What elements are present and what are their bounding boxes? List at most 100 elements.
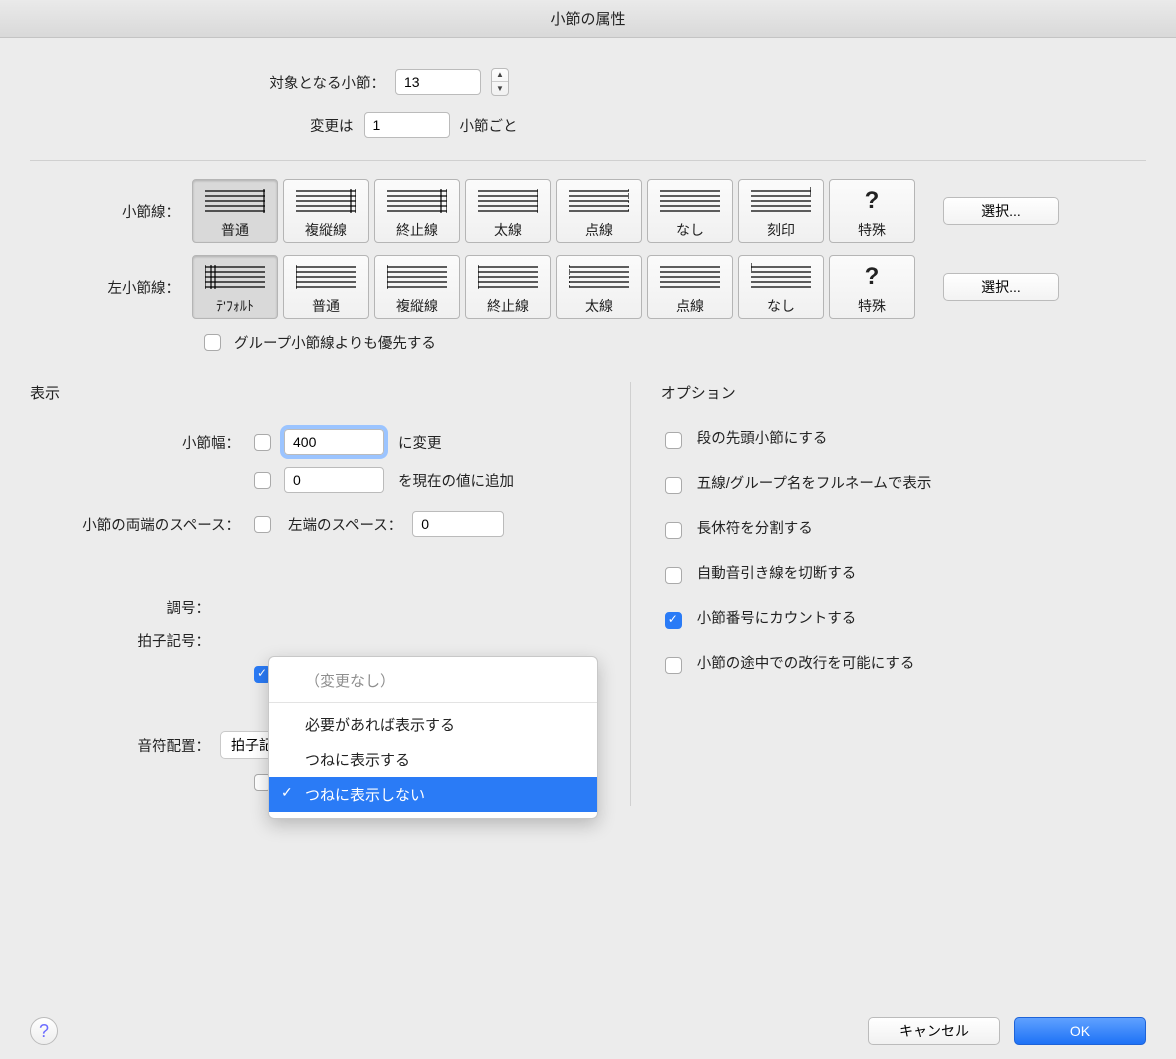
staff-icon [569,186,629,216]
dialog-window: 小節の属性 対象となる小節： ▲ ▼ 変更は 小節ごと 小節線： [0,0,1176,1059]
ok-button[interactable]: OK [1014,1017,1146,1045]
staff-icon [569,262,629,292]
note-pos-label: 音符配置： [30,735,210,756]
option-checkbox-3[interactable] [665,567,682,584]
change-every-input[interactable] [364,112,450,138]
staff-icon [478,262,538,292]
left-barline-tile-1[interactable]: 普通 [283,255,369,319]
override-group-checkbox[interactable] [204,334,221,351]
staff-icon [296,262,356,292]
time-sig-menu[interactable]: （変更なし） 必要があれば表示するつねに表示する ✓つねに表示しない [268,656,598,819]
target-measure-label: 対象となる小節： [210,72,385,93]
menu-item-1[interactable]: つねに表示する [269,742,597,777]
staff-icon [660,186,720,216]
option-row-5: 小節の途中での改行を可能にする [661,654,1146,677]
tile-label: ﾃ'ﾌｫﾙﾄ [216,296,254,316]
staff-icon [205,262,265,292]
option-checkbox-0[interactable] [665,432,682,449]
measure-width-input[interactable] [284,429,384,455]
measure-width-checkbox[interactable] [254,434,271,451]
tile-label: 複縦線 [396,296,438,316]
left-barline-tile-0[interactable]: ﾃ'ﾌｫﾙﾄ [192,255,278,319]
left-barline-tile-4[interactable]: 太線 [556,255,642,319]
option-label-3: 自動音引き線を切断する [697,564,857,586]
menu-item-label: つねに表示する [305,752,410,769]
option-label-5: 小節の途中での改行を可能にする [697,654,915,676]
measure-add-input[interactable] [284,467,384,493]
left-barline-tile-3[interactable]: 終止線 [465,255,551,319]
menu-item-2[interactable]: ✓つねに表示しない [269,777,597,812]
measure-add-suffix: を現在の値に追加 [398,470,514,491]
menu-item-label: つねに表示しない [305,787,425,804]
right-barline-tile-5[interactable]: なし [647,179,733,243]
option-row-4: 小節番号にカウントする [661,609,1146,632]
stepper-up-icon[interactable]: ▲ [492,69,508,82]
tile-label: 点線 [585,220,613,240]
tile-label: 普通 [221,220,249,240]
display-section-title: 表示 [30,382,600,403]
right-barline-label: 小節線： [30,201,180,222]
tile-label: 終止線 [487,296,529,316]
left-barline-tile-5[interactable]: 点線 [647,255,733,319]
option-label-2: 長休符を分割する [697,519,813,541]
change-every-label: 変更は [310,115,354,136]
staff-icon [387,262,447,292]
dialog-content: 対象となる小節： ▲ ▼ 変更は 小節ごと 小節線： 普通複縦線終止線太線点線な… [0,38,1176,1059]
right-barline-tile-6[interactable]: 刻印 [738,179,824,243]
right-barline-tiles: 普通 複縦線 終止線太線 点線 なし 刻印?特殊 [192,179,915,243]
left-barline-tile-7[interactable]: ?特殊 [829,255,915,319]
option-label-1: 五線/グループ名をフルネームで表示 [697,474,932,496]
staff-icon [296,186,356,216]
tile-label: 太線 [585,296,613,316]
right-barline-tile-4[interactable]: 点線 [556,179,642,243]
help-button[interactable]: ? [30,1017,58,1045]
option-row-0: 段の先頭小節にする [661,429,1146,452]
tile-label: なし [767,296,795,316]
options-section: オプション 段の先頭小節にする五線/グループ名をフルネームで表示長休符を分割する… [630,382,1146,806]
options-section-title: オプション [661,382,1146,403]
tile-label: 太線 [494,220,522,240]
change-every-suffix: 小節ごと [460,115,518,136]
cancel-button[interactable]: キャンセル [868,1017,1000,1045]
menu-item-label: 必要があれば表示する [305,717,455,734]
option-checkbox-2[interactable] [665,522,682,539]
right-barline-tile-2[interactable]: 終止線 [374,179,460,243]
option-checkbox-1[interactable] [665,477,682,494]
target-measure-stepper[interactable]: ▲ ▼ [491,68,509,96]
tile-label: 点線 [676,296,704,316]
staff-icon [387,186,447,216]
measure-add-checkbox[interactable] [254,472,271,489]
right-barline-select-button[interactable]: 選択... [943,197,1059,225]
stepper-down-icon[interactable]: ▼ [492,82,508,95]
right-barline-tile-3[interactable]: 太線 [465,179,551,243]
option-row-1: 五線/グループ名をフルネームで表示 [661,474,1146,497]
left-barline-tiles: ﾃ'ﾌｫﾙﾄ 普通複縦線 終止線 太線 点線 なし ?特殊 [192,255,915,319]
staff-icon [751,186,811,216]
dialog-footer: ? キャンセル OK [30,1017,1146,1045]
staff-icon: ? [842,186,902,216]
left-space-input[interactable] [412,511,504,537]
help-icon: ? [39,1021,49,1042]
menu-header: （変更なし） [269,663,597,698]
dialog-title: 小節の属性 [0,0,1176,38]
tile-label: 複縦線 [305,220,347,240]
override-group-label: グループ小節線よりも優先する [234,332,436,353]
top-inputs: 対象となる小節： ▲ ▼ 変更は 小節ごと [210,68,1146,138]
left-barline-select-button[interactable]: 選択... [943,273,1059,301]
option-checkbox-5[interactable] [665,657,682,674]
left-space-checkbox[interactable] [254,516,271,533]
tile-label: なし [676,220,704,240]
option-label-4: 小節番号にカウントする [697,609,857,631]
staff-icon [478,186,538,216]
right-barline-tile-0[interactable]: 普通 [192,179,278,243]
left-space-label: 左端のスペース： [288,514,402,535]
target-measure-input[interactable] [395,69,481,95]
menu-item-0[interactable]: 必要があれば表示する [269,707,597,742]
tile-label: 特殊 [858,296,886,316]
left-barline-tile-2[interactable]: 複縦線 [374,255,460,319]
right-barline-tile-7[interactable]: ?特殊 [829,179,915,243]
right-barline-tile-1[interactable]: 複縦線 [283,179,369,243]
option-row-2: 長休符を分割する [661,519,1146,542]
left-barline-tile-6[interactable]: なし [738,255,824,319]
option-checkbox-4[interactable] [665,612,682,629]
